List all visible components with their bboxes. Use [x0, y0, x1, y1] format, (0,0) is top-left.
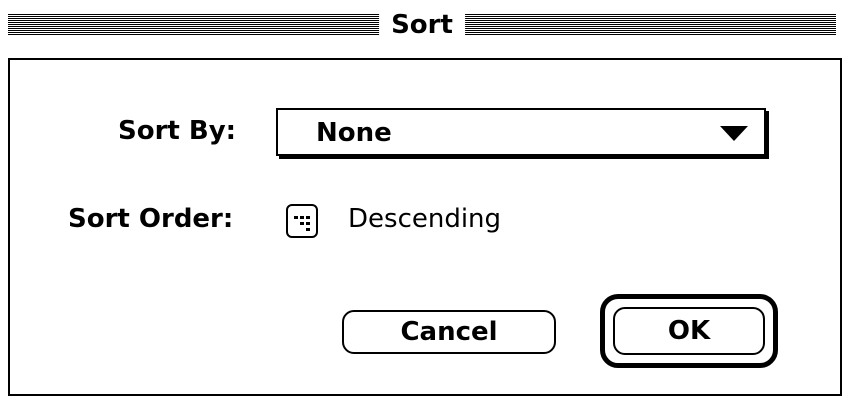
window-title: Sort	[379, 10, 465, 40]
sort-by-selected-value: None	[316, 118, 392, 148]
sort-by-popup-menu[interactable]: None	[276, 108, 766, 156]
cancel-button[interactable]: Cancel	[342, 310, 556, 354]
sort-order-value[interactable]: Descending	[348, 204, 501, 234]
ok-button[interactable]: OK	[613, 307, 765, 355]
sort-order-toggle-icon[interactable]	[286, 204, 318, 238]
sort-dialog-window: Sort Sort By: None Sort Order: Descendin…	[0, 0, 844, 404]
triangle-down-icon	[720, 126, 748, 141]
title-bar[interactable]: Sort	[0, 2, 844, 60]
sort-by-label: Sort By:	[118, 116, 237, 146]
dialog-content: Sort By: None Sort Order: Descending Can…	[8, 58, 842, 396]
ok-button-default-ring: OK	[600, 294, 778, 368]
sort-order-label: Sort Order:	[68, 204, 234, 234]
